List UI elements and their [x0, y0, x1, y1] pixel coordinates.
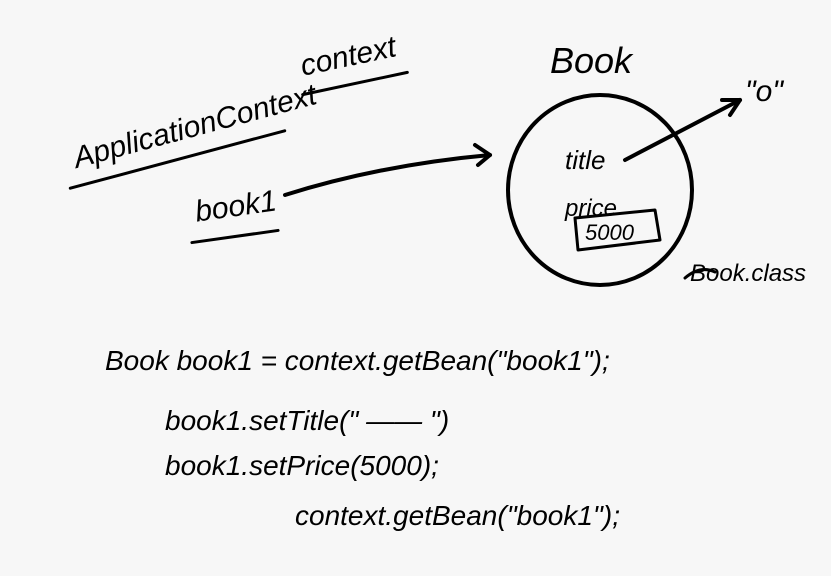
title-value: "o" [745, 75, 783, 109]
book1-underline [190, 229, 280, 244]
arrow-title-to-value-head [722, 100, 740, 115]
book-class-title: Book [550, 40, 632, 82]
arrow-title-to-value [625, 100, 740, 160]
price-value: 5000 [585, 220, 634, 246]
code-line-2: book1.setTitle(" —— ") [165, 405, 449, 437]
book1-label: book1 [193, 184, 279, 229]
code-line-4: context.getBean("book1"); [295, 500, 620, 532]
arrow-book1-to-book-head [475, 145, 490, 165]
field-price: price [565, 195, 617, 223]
code-line-3: book1.setPrice(5000); [165, 450, 439, 482]
code-line-1: Book book1 = context.getBean("book1"); [105, 345, 610, 377]
book-dot-class-label: Book.class [690, 260, 806, 288]
diagram-svg-overlay [0, 0, 831, 576]
applicationcontext-label: ApplicationContext [70, 78, 320, 176]
book-object-circle [508, 95, 692, 285]
field-title: title [565, 145, 605, 176]
arrow-book1-to-book [285, 155, 490, 195]
